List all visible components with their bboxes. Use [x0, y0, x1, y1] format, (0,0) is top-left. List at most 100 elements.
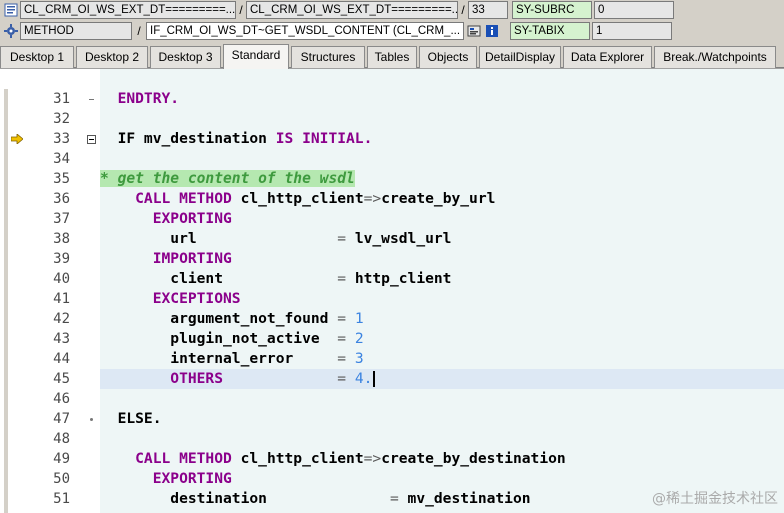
line-number: 36: [53, 191, 70, 207]
code-token: 4.: [354, 370, 373, 387]
code-line[interactable]: 40 client = http_client: [0, 269, 784, 289]
code-text: ENDTRY.: [100, 89, 180, 109]
line-number: 40: [53, 271, 70, 287]
tab-desktop-3[interactable]: Desktop 3: [150, 46, 221, 68]
separator: /: [137, 24, 141, 38]
event-type-field[interactable]: METHOD: [20, 22, 132, 40]
tab-desktop-1[interactable]: Desktop 1: [0, 46, 74, 68]
info-icon[interactable]: [484, 23, 500, 39]
debugger-header: CL_CRM_OI_WS_EXT_DT=========... / CL_CRM…: [0, 0, 784, 41]
code-text: CALL METHOD cl_http_client=>create_by_ur…: [100, 189, 495, 209]
code-line[interactable]: 39 IMPORTING: [0, 249, 784, 269]
source-editor: 31 ENDTRY. 32 33 IF mv_destination IS INIT…: [0, 68, 784, 513]
code-token: ENDTRY.: [100, 90, 180, 107]
code-line[interactable]: 43 plugin_not_active = 2: [0, 329, 784, 349]
source-code-icon: [2, 1, 20, 19]
tab-data-explorer[interactable]: Data Explorer: [563, 46, 652, 68]
code-line[interactable]: 33 IF mv_destination IS INITIAL.: [0, 129, 784, 149]
code-token: IMPORTING: [100, 250, 232, 267]
code-text: client = http_client: [100, 269, 451, 289]
code-line[interactable]: 44 internal_error = 3: [0, 349, 784, 369]
sysvar-value-field-1[interactable]: 0: [594, 1, 674, 19]
tab-detaildisplay[interactable]: DetailDisplay: [479, 46, 561, 68]
method-icon: [2, 22, 20, 40]
code-line[interactable]: 48: [0, 429, 784, 449]
code-text: url = lv_wsdl_url: [100, 229, 451, 249]
code-token: =>: [363, 450, 382, 467]
debugger-tab-strip: Desktop 1 Desktop 2 Desktop 3 Standard Struc…: [0, 44, 784, 69]
code-token: CALL METHOD: [100, 190, 241, 207]
tab-desktop-2[interactable]: Desktop 2: [76, 46, 148, 68]
header-row-program: CL_CRM_OI_WS_EXT_DT=========... / CL_CRM…: [0, 0, 674, 20]
program-field[interactable]: CL_CRM_OI_WS_EXT_DT=========...: [20, 1, 236, 19]
code-line[interactable]: 32: [0, 109, 784, 129]
line-number: 33: [53, 131, 70, 147]
fold-branch-icon[interactable]: [86, 409, 97, 429]
tab-standard[interactable]: Standard: [223, 44, 289, 69]
code-token: CALL METHOD: [100, 450, 241, 467]
code-line[interactable]: 41 EXCEPTIONS: [0, 289, 784, 309]
code-line[interactable]: 42 argument_not_found = 1: [0, 309, 784, 329]
line-number: 50: [53, 471, 70, 487]
code-text: EXPORTING: [100, 209, 232, 229]
code-text: ELSE.: [100, 409, 162, 429]
fold-minus-icon[interactable]: [86, 129, 97, 149]
code-text: argument_not_found = 1: [100, 309, 364, 329]
line-number: 39: [53, 251, 70, 267]
tab-structures[interactable]: Structures: [291, 46, 365, 68]
code-line[interactable]: 46: [0, 389, 784, 409]
code-token: =>: [363, 190, 382, 207]
code-text: destination = mv_destination: [100, 489, 531, 509]
text-cursor: [373, 371, 376, 387]
code-line[interactable]: 50 EXPORTING: [0, 469, 784, 489]
line-number: 45: [53, 371, 70, 387]
code-token: 2: [354, 330, 364, 347]
separator: /: [239, 3, 243, 17]
code-token: =: [389, 490, 408, 507]
code-line[interactable]: 38 url = lv_wsdl_url: [0, 229, 784, 249]
code-token: =: [337, 310, 355, 327]
code-token: 1: [354, 310, 364, 327]
code-line[interactable]: 34: [0, 149, 784, 169]
line-number: 37: [53, 211, 70, 227]
code-line[interactable]: 47 ELSE.: [0, 409, 784, 429]
line-number: 35: [53, 171, 70, 187]
code-line[interactable]: 49 CALL METHOD cl_http_client=>create_by…: [0, 449, 784, 469]
code-token: =: [337, 270, 355, 287]
method-name-field[interactable]: IF_CRM_OI_WS_DT~GET_WSDL_CONTENT (CL_CRM…: [146, 22, 464, 40]
code-text: IMPORTING: [100, 249, 232, 269]
code-line[interactable]: 45 OTHERS = 4.: [0, 369, 784, 389]
code-token: =: [337, 370, 355, 387]
sysvar-name-field-2[interactable]: SY-TABIX: [510, 22, 590, 40]
code-line[interactable]: 36 CALL METHOD cl_http_client=>create_by…: [0, 189, 784, 209]
line-number: 44: [53, 351, 70, 367]
tab-break-watchpoints[interactable]: Break./Watchpoints: [654, 46, 776, 68]
sysvar-name-field-1[interactable]: SY-SUBRC: [512, 1, 592, 19]
code-token: EXPORTING: [100, 210, 232, 227]
code-token: 3: [354, 350, 364, 367]
code-token: EXPORTING: [100, 470, 232, 487]
code-line[interactable]: 37 EXPORTING: [0, 209, 784, 229]
code-token: IS INITIAL.: [275, 130, 373, 147]
code-token: argument_not_found: [100, 310, 338, 327]
code-text: OTHERS = 4.: [100, 369, 376, 389]
sysvar-value-field-2[interactable]: 1: [592, 22, 672, 40]
tab-tables[interactable]: Tables: [367, 46, 417, 68]
code-token: destination: [100, 490, 390, 507]
code-token: internal_error: [100, 350, 338, 367]
code-token: create_by_url: [381, 190, 496, 207]
code-token: =: [337, 230, 355, 247]
code-text: internal_error = 3: [100, 349, 364, 369]
code-token: =: [337, 330, 355, 347]
include-field[interactable]: CL_CRM_OI_WS_EXT_DT=========...: [246, 1, 458, 19]
code-token: mv_destination: [407, 490, 531, 507]
code-token: OTHERS: [100, 370, 338, 387]
line-number: 49: [53, 451, 70, 467]
navigate-icon[interactable]: [466, 23, 482, 39]
code-line[interactable]: 31 ENDTRY.: [0, 89, 784, 109]
line-number-field[interactable]: 33: [468, 1, 508, 19]
tab-objects[interactable]: Objects: [419, 46, 477, 68]
code-line[interactable]: 35 * get the content of the wsdl: [0, 169, 784, 189]
fold-end-icon[interactable]: [86, 89, 97, 109]
line-number: 42: [53, 311, 70, 327]
